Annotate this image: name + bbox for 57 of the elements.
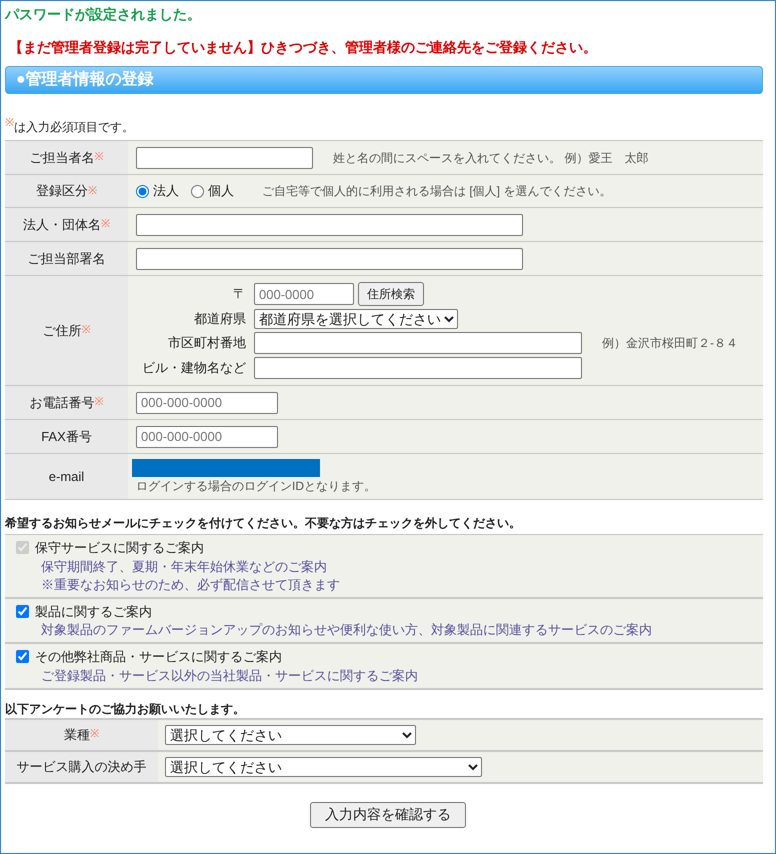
building-label: ビル・建物名など	[141, 359, 246, 378]
field-label: お電話番号	[30, 394, 94, 412]
checkbox-label: 製品に関するご案内	[35, 602, 152, 620]
required-note: は入力必須項目です。	[14, 119, 134, 136]
option-description: ※重要なお知らせのため、必ず配信させて頂きます	[40, 576, 341, 594]
required-mark: ※	[5, 116, 14, 131]
warning-message: 【まだ管理者登録は完了していません】ひきつづき、管理者様のご連絡先をご登録ください。	[9, 38, 598, 57]
required-mark: ※	[101, 217, 110, 232]
checkbox[interactable]	[16, 604, 29, 618]
radio-button[interactable]	[136, 184, 149, 198]
checkbox[interactable]	[16, 650, 29, 664]
text-input-field[interactable]	[136, 146, 313, 168]
hint-text: 姓と名の間にスペースを入れてください。 例）愛王 太郎	[333, 150, 648, 166]
text-input-field[interactable]: 000-000-0000	[136, 392, 278, 414]
mail-heading: 希望するお知らせメールにチェックを付けてください。不要な方はチェックを外してください。	[5, 515, 522, 532]
survey-dropdown[interactable]: 選択してください	[165, 756, 482, 776]
text-input-field[interactable]	[136, 248, 523, 270]
field-label: 業種	[64, 726, 90, 744]
radio-label: 個人	[208, 182, 234, 200]
survey-heading: 以下アンケートのご協力お願いいたします。	[5, 700, 246, 718]
section-header: ●管理者情報の登録	[5, 66, 763, 94]
field-label: FAX番号	[41, 428, 92, 446]
example-text: 例）金沢市桜田町２-８４	[602, 335, 738, 352]
field-label: e-mail	[48, 468, 84, 486]
city-field[interactable]	[254, 332, 582, 354]
field-label: 登録区分	[36, 182, 88, 200]
option-description: 対象製品のファームバージョンアップのお知らせや便利な使い方、対象製品に関連するサービスのご案内	[40, 621, 653, 639]
prefecture-dropdown[interactable]: 都道府県を選択してください	[254, 309, 458, 329]
required-mark: ※	[88, 184, 97, 199]
field-label: ご住所	[42, 322, 82, 340]
required-mark: ※	[82, 323, 90, 338]
address-search-button[interactable]: 住所検索	[358, 282, 424, 306]
radio-button[interactable]	[191, 184, 204, 198]
option-description: ご登録製品・サービス以外の当社製品・サービスに関するご案内	[40, 666, 419, 684]
hint-text: ご自宅等で個人的に利用される場合は [個人] を選んでください。	[262, 183, 612, 200]
field-label: ご担当者名	[30, 148, 94, 167]
checkbox-label: その他弊社商品・サービスに関するご案内	[35, 648, 282, 666]
postal-label: 〒	[232, 285, 246, 304]
text-input-field[interactable]	[136, 214, 523, 236]
success-message: パスワードが設定されました。	[5, 5, 202, 24]
field-label: 法人・団体名	[23, 216, 101, 234]
radio-label: 法人	[153, 182, 179, 200]
city-label: 市区町村番地	[167, 334, 246, 352]
field-label: サービス購入の決め手	[16, 758, 146, 776]
required-mark: ※	[90, 727, 99, 742]
required-mark: ※	[94, 395, 104, 410]
confirm-button[interactable]: 入力内容を確認する	[310, 802, 466, 828]
prefecture-label: 都道府県	[193, 310, 246, 328]
checkbox-label: 保守サービスに関するご案内	[35, 539, 204, 557]
hint-text: ログインする場合のログインIDとなります。	[136, 478, 376, 494]
building-field[interactable]	[254, 357, 582, 379]
option-description: 保守期間終了、夏期・年末年始休業などのご案内	[40, 558, 328, 576]
survey-dropdown[interactable]: 選択してください	[165, 724, 416, 744]
required-mark: ※	[94, 150, 104, 166]
postal-code-field[interactable]: 000-0000	[254, 283, 354, 305]
text-input-field[interactable]: 000-000-0000	[136, 426, 278, 448]
field-label: ご担当部署名	[28, 250, 106, 268]
